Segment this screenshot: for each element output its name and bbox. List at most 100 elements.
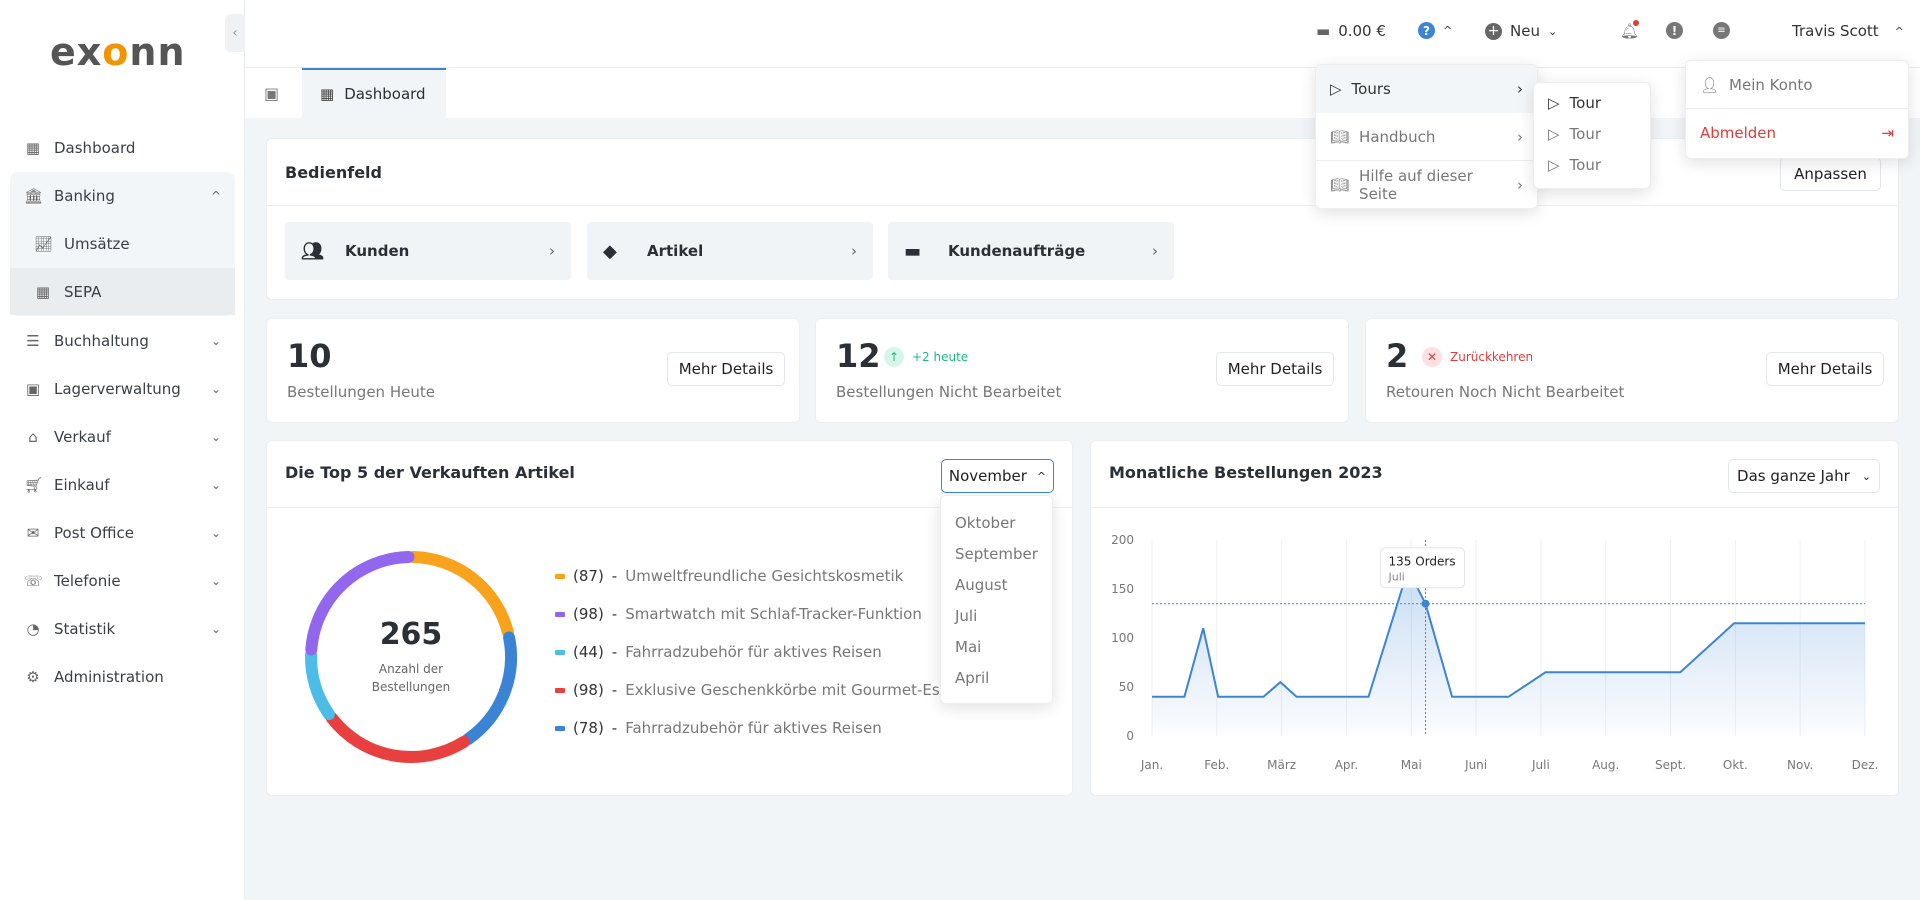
- legend: (87) - Umweltfreundliche Gesichtskosmetik(…: [555, 557, 966, 747]
- chevron-right-icon: ›: [851, 242, 857, 260]
- bell-icon[interactable]: 🔔︎: [1620, 20, 1639, 40]
- sidebar-item-einkauf[interactable]: 🛒︎ Einkauf ⌄: [10, 461, 235, 508]
- help-menu: ▷ Tours › 📖︎ Handbuch › 📖︎ Hilfe auf dieser S…: [1315, 64, 1538, 209]
- sidebar-item-ums-tze[interactable]: 📈︎ Umsätze: [10, 220, 235, 267]
- submenu-item-tour[interactable]: ▷ Tour: [1534, 118, 1650, 149]
- grid-icon: ▦: [320, 85, 335, 103]
- cube-icon: ◆: [603, 240, 617, 262]
- x-tick-label: Juli: [1531, 758, 1550, 772]
- shortcut-orders[interactable]: ▬ Kundenaufträge ›: [888, 222, 1174, 280]
- alert-icon[interactable]: !: [1666, 22, 1683, 39]
- stat-card: 10 Bestellungen Heute Mehr Details: [266, 318, 800, 423]
- x-tick-label: Jan.: [1140, 758, 1163, 772]
- customize-button[interactable]: Anpassen: [1780, 157, 1881, 191]
- divider: [267, 205, 1898, 206]
- tours-submenu: ▷ Tour ▷ Tour ▷ Tour: [1533, 82, 1651, 189]
- legend-item: (98) - Exklusive Geschenkkörbe mit Gourmet…: [555, 671, 966, 709]
- month-option[interactable]: April: [941, 663, 1052, 694]
- legend-swatch: [555, 611, 565, 617]
- play-icon: ▷: [1330, 80, 1342, 98]
- menu-item-handbuch[interactable]: 📖︎ Handbuch ›: [1316, 113, 1537, 161]
- stat-value: 12: [836, 337, 881, 375]
- tooltip-value: 135 Orders: [1389, 555, 1456, 569]
- legend-item: (44) - Fahrradzubehör für aktives Reisen: [555, 633, 966, 671]
- more-details-button[interactable]: Mehr Details: [667, 352, 785, 386]
- package-icon[interactable]: ▣: [264, 84, 279, 103]
- legend-item: (78) - Fahrradzubehör für aktives Reisen: [555, 709, 966, 747]
- sidebar-item-buchhaltung[interactable]: ☰ Buchhaltung ⌄: [10, 317, 235, 364]
- donut-slice[interactable]: [325, 712, 470, 763]
- chevron-down-icon: ⌄: [210, 429, 221, 444]
- wallet-balance[interactable]: ▬ 0.00 €: [1316, 22, 1386, 40]
- submenu-item-tour[interactable]: ▷ Tour: [1534, 149, 1650, 180]
- new-button[interactable]: + Neu ⌄: [1485, 22, 1557, 40]
- shortcut-articles[interactable]: ◆ Artikel ›: [587, 222, 873, 280]
- help-button[interactable]: ? ^: [1418, 22, 1452, 39]
- sidebar-item-post-office[interactable]: ✉ Post Office ⌄: [10, 509, 235, 556]
- legend-item: (98) - Smartwatch mit Schlaf-Tracker-Funkt…: [555, 595, 966, 633]
- play-icon: ▷: [1548, 155, 1560, 174]
- book-icon: 📖︎: [1330, 176, 1350, 194]
- gear-icon: ⚙: [26, 667, 40, 686]
- month-option[interactable]: Juli: [941, 601, 1052, 632]
- grid-icon: ▦: [25, 138, 41, 157]
- x-tick-label: Juni: [1464, 758, 1487, 772]
- card-title: Bedienfeld: [285, 163, 382, 182]
- y-tick-label: 150: [1111, 582, 1134, 596]
- card-title: Monatliche Bestellungen 2023: [1109, 463, 1383, 482]
- total-label: Anzahl der: [378, 662, 444, 676]
- month-option[interactable]: September: [941, 539, 1052, 570]
- menu-item-tours[interactable]: ▷ Tours ›: [1316, 65, 1537, 113]
- chevron-right-icon: ›: [1517, 176, 1523, 194]
- collapse-sidebar-button[interactable]: ‹: [225, 14, 245, 52]
- x-tick-label: Okt.: [1723, 758, 1748, 772]
- notification-dot: [1633, 20, 1639, 26]
- play-icon: ▷: [1548, 124, 1560, 143]
- chevron-down-icon: ⌄: [210, 333, 221, 348]
- sidebar-item-sepa[interactable]: ▦ SEPA: [10, 268, 235, 315]
- sidebar-item-dashboard[interactable]: ▦ Dashboard: [10, 124, 235, 171]
- chevron-down-icon: ⌄: [210, 573, 221, 588]
- area-fill: [1152, 569, 1865, 736]
- sidebar-item-verkauf[interactable]: ⌂ Verkauf ⌄: [10, 413, 235, 460]
- cart-icon: 🛒︎: [24, 475, 44, 494]
- menu-item-account[interactable]: 👤︎ Mein Konto: [1686, 61, 1908, 109]
- range-select[interactable]: Das ganze Jahr ⌄: [1728, 459, 1880, 493]
- book-icon: 📖︎: [1330, 127, 1350, 146]
- x-tick-label: März: [1267, 758, 1296, 772]
- ledger-icon: ☰: [26, 331, 40, 350]
- sidebar-item-lagerverwaltung[interactable]: ▣ Lagerverwaltung ⌄: [10, 365, 235, 412]
- month-option[interactable]: August: [941, 570, 1052, 601]
- month-option[interactable]: Oktober: [941, 508, 1052, 539]
- user-menu-button[interactable]: Travis Scott ^: [1792, 22, 1904, 40]
- chat-icon[interactable]: ≡: [1713, 22, 1730, 39]
- chevron-up-icon: ^: [1443, 24, 1453, 37]
- chevron-up-icon: ^: [1036, 469, 1047, 483]
- wallet-icon: ▬: [1316, 22, 1331, 40]
- submenu-item-tour[interactable]: ▷ Tour: [1534, 87, 1650, 118]
- sidebar-item-statistik[interactable]: ◔ Statistik ⌄: [10, 605, 235, 652]
- month-select[interactable]: November ^: [941, 459, 1054, 493]
- chevron-up-icon: ^: [210, 188, 221, 203]
- menu-item-logout[interactable]: Abmelden ⇥: [1686, 109, 1908, 157]
- users-icon: 👥︎: [301, 240, 324, 262]
- chevron-right-icon: ›: [549, 242, 555, 260]
- stat-label: Bestellungen Nicht Bearbeitet: [836, 383, 1062, 401]
- tab-dashboard[interactable]: ▦ Dashboard: [302, 68, 446, 118]
- menu-item-page-help[interactable]: 📖︎ Hilfe auf dieser Seite ›: [1316, 161, 1537, 208]
- more-details-button[interactable]: Mehr Details: [1216, 352, 1334, 386]
- plus-circle-icon: +: [1485, 22, 1502, 40]
- sidebar-item-telefonie[interactable]: ☏ Telefonie ⌄: [10, 557, 235, 604]
- shortcut-customers[interactable]: 👥︎ Kunden ›: [285, 222, 571, 280]
- stat-card: 12 ↑ +2 heute Bestellungen Nicht Bearbeitet…: [815, 318, 1349, 423]
- chevron-right-icon: ›: [1517, 80, 1523, 98]
- month-option[interactable]: Mai: [941, 632, 1052, 663]
- x-tick-label: Mai: [1401, 758, 1422, 772]
- chevron-up-icon: ^: [1894, 24, 1904, 38]
- status-badge: ↑ +2 heute: [884, 347, 968, 367]
- logo[interactable]: exonn: [50, 30, 186, 74]
- more-details-button[interactable]: Mehr Details: [1766, 352, 1884, 386]
- sidebar-item-banking[interactable]: 🏛︎ Banking ^: [10, 172, 235, 219]
- stat-card: 2 ✕ Zurückkehren Retouren Noch Nicht Bearbe…: [1365, 318, 1899, 423]
- sidebar-item-administration[interactable]: ⚙ Administration: [10, 653, 235, 700]
